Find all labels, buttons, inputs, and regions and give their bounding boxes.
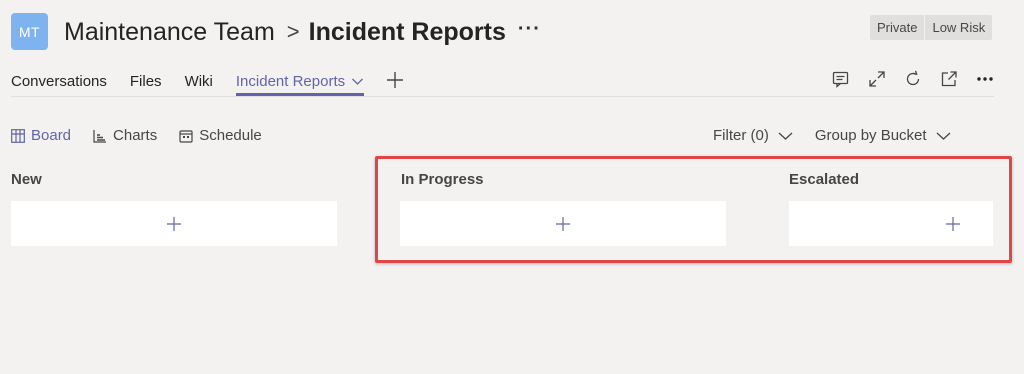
tab-label: Wiki: [184, 73, 213, 90]
view-label: Board: [31, 127, 72, 144]
view-label: Schedule: [199, 127, 262, 144]
refresh-icon[interactable]: [902, 68, 924, 90]
filter-bar: Filter (0) Group by Bucket: [713, 127, 951, 144]
breadcrumb-separator: >: [286, 19, 300, 44]
tab-label: Incident Reports: [235, 73, 346, 90]
team-name-link[interactable]: Maintenance Team: [64, 18, 275, 47]
filter-label: Filter (0): [713, 127, 769, 144]
board-icon: [11, 128, 25, 143]
chevron-down-icon: [778, 132, 793, 140]
tab-files[interactable]: Files: [130, 66, 162, 96]
channel-name: Incident Reports: [308, 17, 506, 46]
conversation-icon[interactable]: [830, 68, 852, 90]
expand-icon[interactable]: [866, 68, 888, 90]
tab-wiki[interactable]: Wiki: [185, 66, 213, 96]
group-by-dropdown[interactable]: Group by Bucket: [815, 127, 951, 144]
filter-dropdown[interactable]: Filter (0): [713, 127, 793, 144]
page-title: Maintenance Team > Incident Reports ···: [64, 14, 541, 50]
view-switcher: Board Charts Schedule: [11, 127, 262, 144]
add-tab-icon[interactable]: [386, 71, 404, 89]
privacy-badge: Private: [877, 20, 918, 35]
tab-label: Files: [129, 73, 162, 90]
channel-toolbar: [830, 68, 996, 90]
charts-icon: [93, 129, 107, 143]
add-task-button-new[interactable]: [11, 201, 337, 246]
bucket-title-in-progress: In Progress: [401, 171, 484, 188]
popout-icon[interactable]: [938, 68, 960, 90]
channel-badges: Private Low Risk: [870, 15, 993, 40]
add-task-button-escalated[interactable]: [789, 201, 993, 246]
tab-label: Conversations: [11, 73, 107, 90]
chevron-down-icon: [936, 132, 951, 140]
group-by-label: Group by Bucket: [814, 127, 927, 144]
team-avatar[interactable]: MT: [11, 13, 48, 50]
view-charts[interactable]: Charts: [93, 127, 157, 144]
more-options-icon[interactable]: ···: [518, 18, 541, 41]
tab-divider: [11, 96, 994, 97]
add-task-button-in-progress[interactable]: [400, 201, 726, 246]
plus-icon: [167, 216, 181, 231]
bucket-title-escalated: Escalated: [789, 171, 860, 188]
plus-icon: [556, 216, 570, 231]
view-board[interactable]: Board: [11, 127, 71, 144]
tab-conversations[interactable]: Conversations: [11, 66, 107, 96]
tab-incident-reports[interactable]: Incident Reports: [235, 66, 365, 96]
risk-badge: Low Risk: [924, 15, 992, 40]
more-icon[interactable]: [974, 68, 996, 90]
view-label: Charts: [113, 127, 158, 144]
tab-bar: Conversations Files Wiki Incident Report…: [11, 66, 404, 98]
plus-icon: [946, 216, 960, 231]
chevron-down-icon[interactable]: [351, 75, 364, 88]
bucket-title-new: New: [11, 171, 42, 188]
calendar-icon: [179, 129, 193, 143]
view-schedule[interactable]: Schedule: [179, 127, 262, 144]
